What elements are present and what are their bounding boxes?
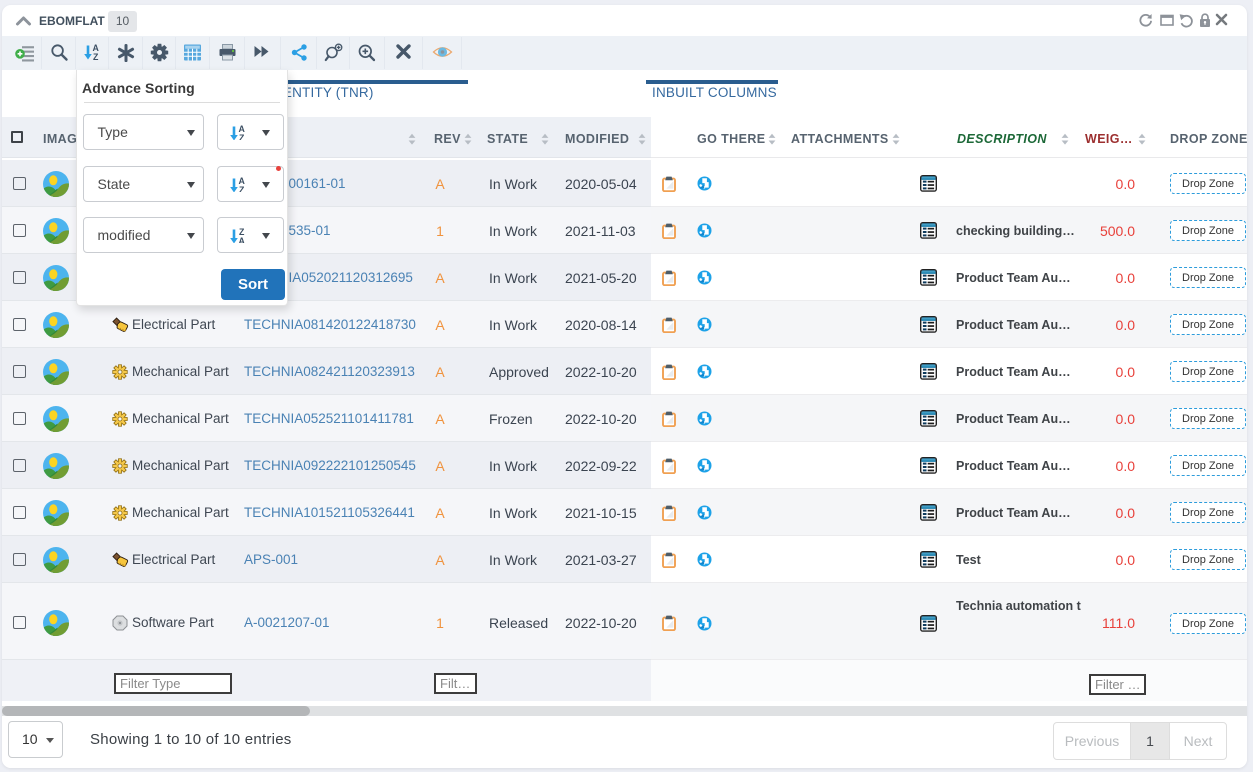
svg-text:Z: Z bbox=[239, 133, 245, 140]
svg-text:Z: Z bbox=[93, 52, 99, 62]
svg-text:Z: Z bbox=[239, 185, 245, 192]
svg-text:A: A bbox=[239, 236, 245, 243]
